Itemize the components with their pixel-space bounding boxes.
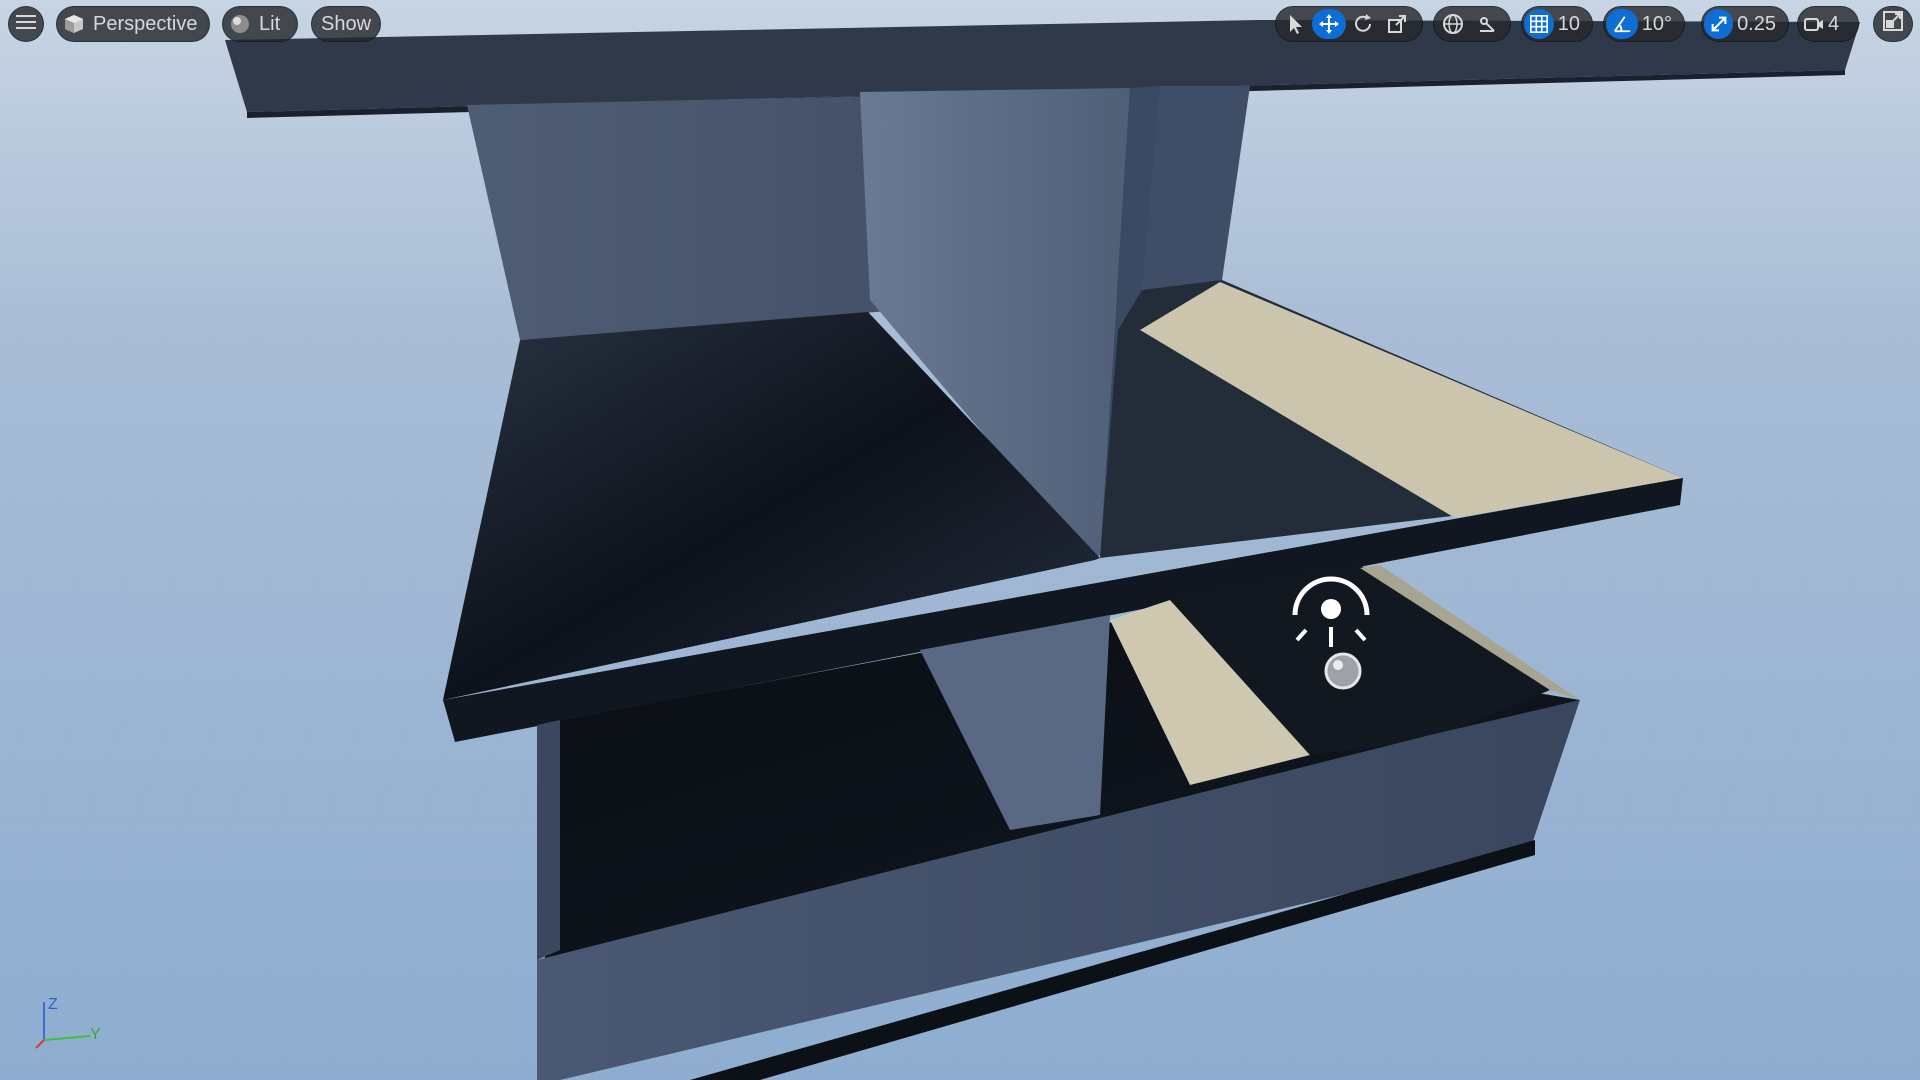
grid-icon[interactable] (1524, 9, 1554, 39)
maximize-viewport-button[interactable] (1873, 6, 1913, 42)
scale-snap-icon[interactable] (1704, 9, 1734, 39)
camera-speed-button[interactable]: 4 (1797, 6, 1859, 42)
cube-icon (57, 7, 91, 41)
move-arrows-icon (1319, 14, 1339, 34)
scale-icon (1388, 15, 1406, 33)
camera-speed-value: 4 (1828, 12, 1840, 35)
grid-snap-value[interactable]: 10 (1554, 13, 1590, 36)
hamburger-menu-icon (16, 13, 36, 36)
cursor-arrow-icon (1290, 15, 1302, 34)
viewport-menu-button[interactable] (8, 6, 44, 42)
scene-render[interactable] (0, 0, 1920, 1080)
axis-z-label: Z (48, 996, 58, 1013)
level-viewport[interactable]: Perspective Lit Show 10 10° 0.25 4 Z Y (0, 0, 1920, 1080)
surface-snap-icon (1480, 17, 1495, 32)
show-dropdown[interactable]: Show (311, 6, 381, 42)
grid-snap-group[interactable]: 10 (1521, 6, 1593, 42)
rotate-icon (1355, 14, 1371, 32)
coordinate-tools (1433, 6, 1511, 42)
axis-y-label: Y (90, 1026, 101, 1043)
perspective-dropdown[interactable]: Perspective (56, 6, 210, 42)
scale-snap-group[interactable]: 0.25 (1701, 6, 1789, 42)
camera-icon (1800, 7, 1828, 41)
axis-indicator: Z Y (28, 996, 108, 1052)
surface-snap-button[interactable] (1470, 7, 1504, 41)
globe-icon (1443, 14, 1463, 34)
scale-tool-button[interactable] (1380, 7, 1414, 41)
lit-dropdown[interactable]: Lit (222, 6, 298, 42)
scale-snap-value[interactable]: 0.25 (1733, 13, 1786, 36)
show-label: Show (320, 12, 372, 35)
perspective-label: Perspective (93, 12, 198, 35)
lit-label: Lit (259, 12, 281, 35)
world-local-toggle[interactable] (1436, 7, 1470, 41)
maximize-viewport-icon (1882, 10, 1904, 38)
rotation-snap-value[interactable]: 10° (1638, 13, 1682, 36)
rotation-snap-group[interactable]: 10° (1603, 6, 1685, 42)
translate-tool-button[interactable] (1312, 9, 1346, 39)
rotate-tool-button[interactable] (1346, 7, 1380, 41)
sphere-lit-icon (223, 7, 257, 41)
angle-icon[interactable] (1606, 9, 1638, 39)
transform-tools (1275, 6, 1423, 42)
select-tool-button[interactable] (1278, 7, 1312, 41)
